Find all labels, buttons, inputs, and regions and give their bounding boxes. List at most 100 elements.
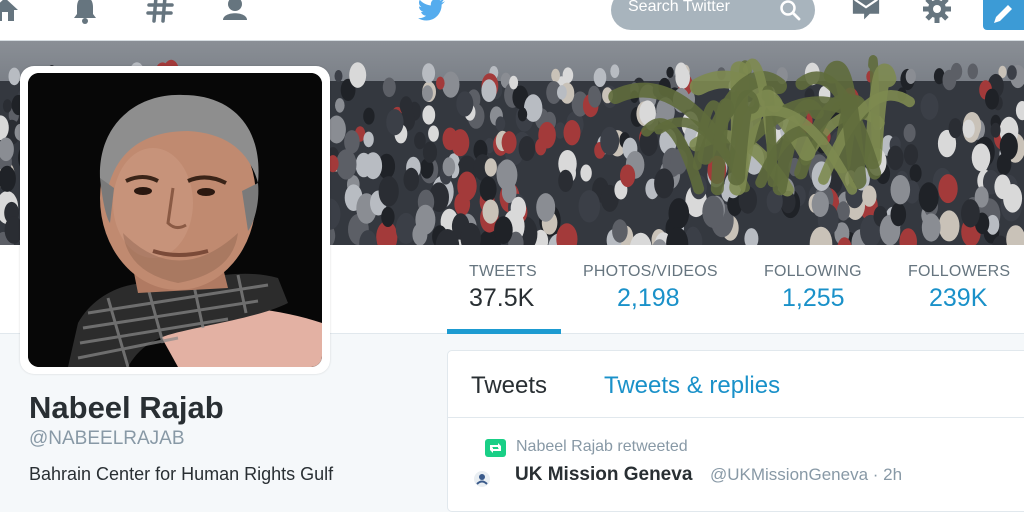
crowd-figure bbox=[557, 85, 567, 100]
crowd-figure bbox=[363, 107, 375, 125]
crowd-figure bbox=[481, 79, 497, 102]
crowd-figure bbox=[479, 176, 497, 202]
crowd-figure bbox=[436, 76, 445, 90]
crowd-figure bbox=[518, 136, 536, 161]
crowd-figure bbox=[382, 77, 396, 98]
crowd-figure bbox=[887, 145, 904, 171]
crowd-figure bbox=[457, 171, 477, 201]
hashtag-icon[interactable] bbox=[145, 0, 175, 24]
crowd-figure bbox=[990, 122, 1001, 138]
crowd-figure bbox=[349, 62, 367, 88]
crowd-figure bbox=[563, 120, 581, 146]
crowd-figure bbox=[654, 168, 675, 199]
crowd-figure bbox=[1007, 65, 1017, 80]
tab-tweets-and-replies[interactable]: Tweets & replies bbox=[604, 372, 780, 400]
crowd-figure bbox=[666, 66, 674, 78]
crowd-figure bbox=[335, 98, 345, 113]
timeline-tabs: Tweets Tweets & replies bbox=[448, 351, 1024, 418]
profile-avatar-frame bbox=[20, 66, 330, 374]
stat-tweets[interactable]: TWEETS 37.5K bbox=[469, 263, 537, 313]
crowd-figure bbox=[495, 116, 506, 132]
crowd-figure bbox=[558, 169, 573, 192]
crowd-figure bbox=[482, 199, 499, 224]
profile-bio: Bahrain Center for Human Rights Gulf bbox=[29, 464, 334, 484]
crowd-figure bbox=[985, 88, 999, 110]
retweet-context-text: Nabeel Rajab retweeted bbox=[516, 438, 688, 455]
crowd-figure bbox=[524, 94, 543, 122]
crowd-figure bbox=[909, 164, 922, 183]
crowd-figure bbox=[414, 131, 426, 150]
crowd-figure bbox=[363, 131, 374, 148]
compose-tweet-button[interactable] bbox=[983, 0, 1024, 30]
crowd-figure bbox=[403, 167, 420, 192]
profile-name[interactable]: Nabeel Rajab bbox=[29, 390, 224, 426]
crowd-figure bbox=[920, 93, 939, 120]
crowd-figure bbox=[551, 68, 560, 82]
crowd-figure bbox=[675, 66, 690, 89]
crowd-figure bbox=[620, 164, 636, 188]
stat-photos-videos[interactable]: PHOTOS/VIDEOS 2,198 bbox=[583, 263, 718, 313]
profile-handle[interactable]: @NABEELRAJAB bbox=[29, 428, 185, 450]
crowd-figure bbox=[451, 129, 470, 157]
envelope-icon[interactable] bbox=[851, 0, 883, 24]
twitter-bird-icon[interactable] bbox=[417, 0, 449, 24]
crowd-figure bbox=[999, 132, 1018, 160]
crowd-figure bbox=[811, 191, 829, 217]
profile-avatar[interactable] bbox=[28, 73, 322, 367]
crowd-figure bbox=[494, 216, 513, 245]
magnifier-icon[interactable] bbox=[779, 0, 801, 21]
crowd-figure bbox=[967, 63, 978, 80]
stat-value: 1,255 bbox=[782, 284, 845, 312]
crowd-figure bbox=[8, 67, 21, 86]
crowd-figure bbox=[442, 71, 460, 98]
stat-label: PHOTOS/VIDEOS bbox=[583, 263, 718, 280]
crowd-figure bbox=[905, 68, 916, 84]
crowd-figure bbox=[942, 69, 957, 91]
crowd-figure bbox=[890, 202, 907, 227]
tweet-author-screenname[interactable]: @UKMissionGeneva · 2h bbox=[710, 465, 902, 485]
crowd-figure bbox=[399, 96, 413, 116]
crowd-figure bbox=[428, 125, 439, 142]
crowd-figure bbox=[484, 158, 497, 177]
crowd-figure bbox=[836, 201, 850, 221]
gear-icon[interactable] bbox=[922, 0, 952, 24]
crowd-figure bbox=[1003, 184, 1023, 213]
crowd-figure bbox=[422, 105, 436, 125]
crowd-figure bbox=[668, 198, 690, 229]
crowd-figure bbox=[918, 182, 939, 213]
home-icon[interactable] bbox=[0, 0, 20, 24]
stat-following[interactable]: FOLLOWING 1,255 bbox=[764, 263, 862, 313]
tweet-author-name[interactable]: UK Mission Geneva bbox=[515, 464, 692, 486]
stat-value: 2,198 bbox=[617, 284, 680, 312]
crowd-figure bbox=[422, 141, 438, 163]
crowd-figure bbox=[921, 213, 941, 242]
crowd-figure bbox=[327, 115, 346, 144]
tab-tweets[interactable]: Tweets bbox=[471, 372, 547, 400]
crowd-figure bbox=[509, 75, 519, 90]
bell-icon[interactable] bbox=[70, 0, 100, 24]
crowd-figure bbox=[538, 121, 556, 149]
crowd-figure bbox=[378, 176, 399, 207]
crowd-figure bbox=[593, 68, 607, 87]
crowd-figure bbox=[610, 64, 620, 78]
crowd-figure bbox=[336, 149, 357, 180]
crowd-figure bbox=[588, 85, 600, 104]
crowd-figure bbox=[536, 193, 556, 222]
crowd-figure bbox=[903, 123, 916, 143]
compose-icon bbox=[991, 2, 1015, 26]
crowd-figure bbox=[938, 210, 960, 242]
stat-label: FOLLOWERS bbox=[908, 263, 1011, 280]
crowd-figure bbox=[422, 63, 436, 83]
crowd-figure bbox=[612, 219, 628, 243]
crowd-figure bbox=[890, 175, 911, 205]
search-placeholder: Search Twitter bbox=[628, 0, 730, 15]
crowd-figure bbox=[364, 152, 383, 180]
crowd-figure bbox=[580, 164, 592, 182]
search-box[interactable]: Search Twitter bbox=[611, 0, 815, 30]
tweet-author-avatar[interactable] bbox=[472, 469, 492, 489]
crowd-figure bbox=[600, 126, 620, 156]
person-icon[interactable] bbox=[220, 0, 250, 24]
timeline-card: Tweets Tweets & replies Nabeel Rajab ret… bbox=[447, 350, 1024, 512]
crowd-figure bbox=[578, 190, 601, 223]
stat-followers[interactable]: FOLLOWERS 239K bbox=[908, 263, 1010, 313]
